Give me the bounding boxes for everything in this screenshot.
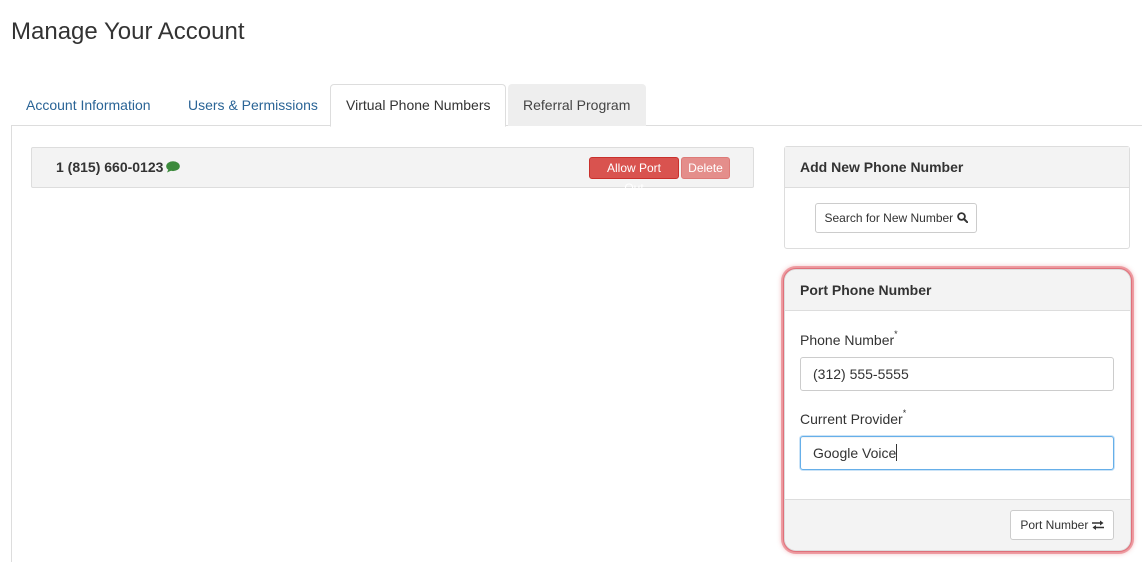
phone-number-label: Phone Number* [800,329,898,348]
current-provider-label-text: Current Provider [800,411,903,427]
required-marker: * [902,408,907,418]
search-button-label: Search for New Number [824,211,954,225]
port-number-button[interactable]: Port Number [1010,510,1114,540]
port-number-panel: Port Phone Number Phone Number* (312) 55… [784,269,1131,551]
page-title: Manage Your Account [11,18,245,45]
current-provider-value: Google Voice [813,445,897,461]
search-icon [956,211,968,225]
current-provider-input[interactable]: Google Voice [800,436,1114,470]
exchange-arrows-icon [1091,518,1104,532]
add-number-heading: Add New Phone Number [785,147,1129,188]
delete-number-button[interactable]: Delete [681,157,730,179]
phone-number-row: 1 (815) 660-0123 Allow Port Out Delete [31,147,754,195]
phone-number-text: 1 (815) 660-0123 [56,159,164,175]
port-panel-footer: Port Number [785,499,1130,550]
tab-account-information[interactable]: Account Information [11,84,166,126]
text-cursor [896,444,898,461]
port-button-label: Port Number [1020,518,1089,532]
tab-referral-program[interactable]: Referral Program [508,84,646,126]
allow-port-out-button[interactable]: Allow Port Out [589,157,679,195]
tab-users-permissions[interactable]: Users & Permissions [173,84,333,126]
search-new-number-button[interactable]: Search for New Number [815,203,977,233]
current-provider-label: Current Provider* [800,408,907,427]
sms-bubble-icon [166,160,181,176]
phone-number-label-text: Phone Number [800,332,895,348]
tab-virtual-phone-numbers[interactable]: Virtual Phone Numbers [330,84,506,127]
account-tabs: Account Information Users & Permissions … [11,84,1142,127]
phone-number-entry: 1 (815) 660-0123 [56,159,181,176]
port-number-heading: Port Phone Number [785,270,1130,311]
add-number-panel: Add New Phone Number Search for New Numb… [784,146,1130,249]
required-marker: * [894,329,898,339]
phone-number-input[interactable]: (312) 555-5555 [800,357,1114,391]
